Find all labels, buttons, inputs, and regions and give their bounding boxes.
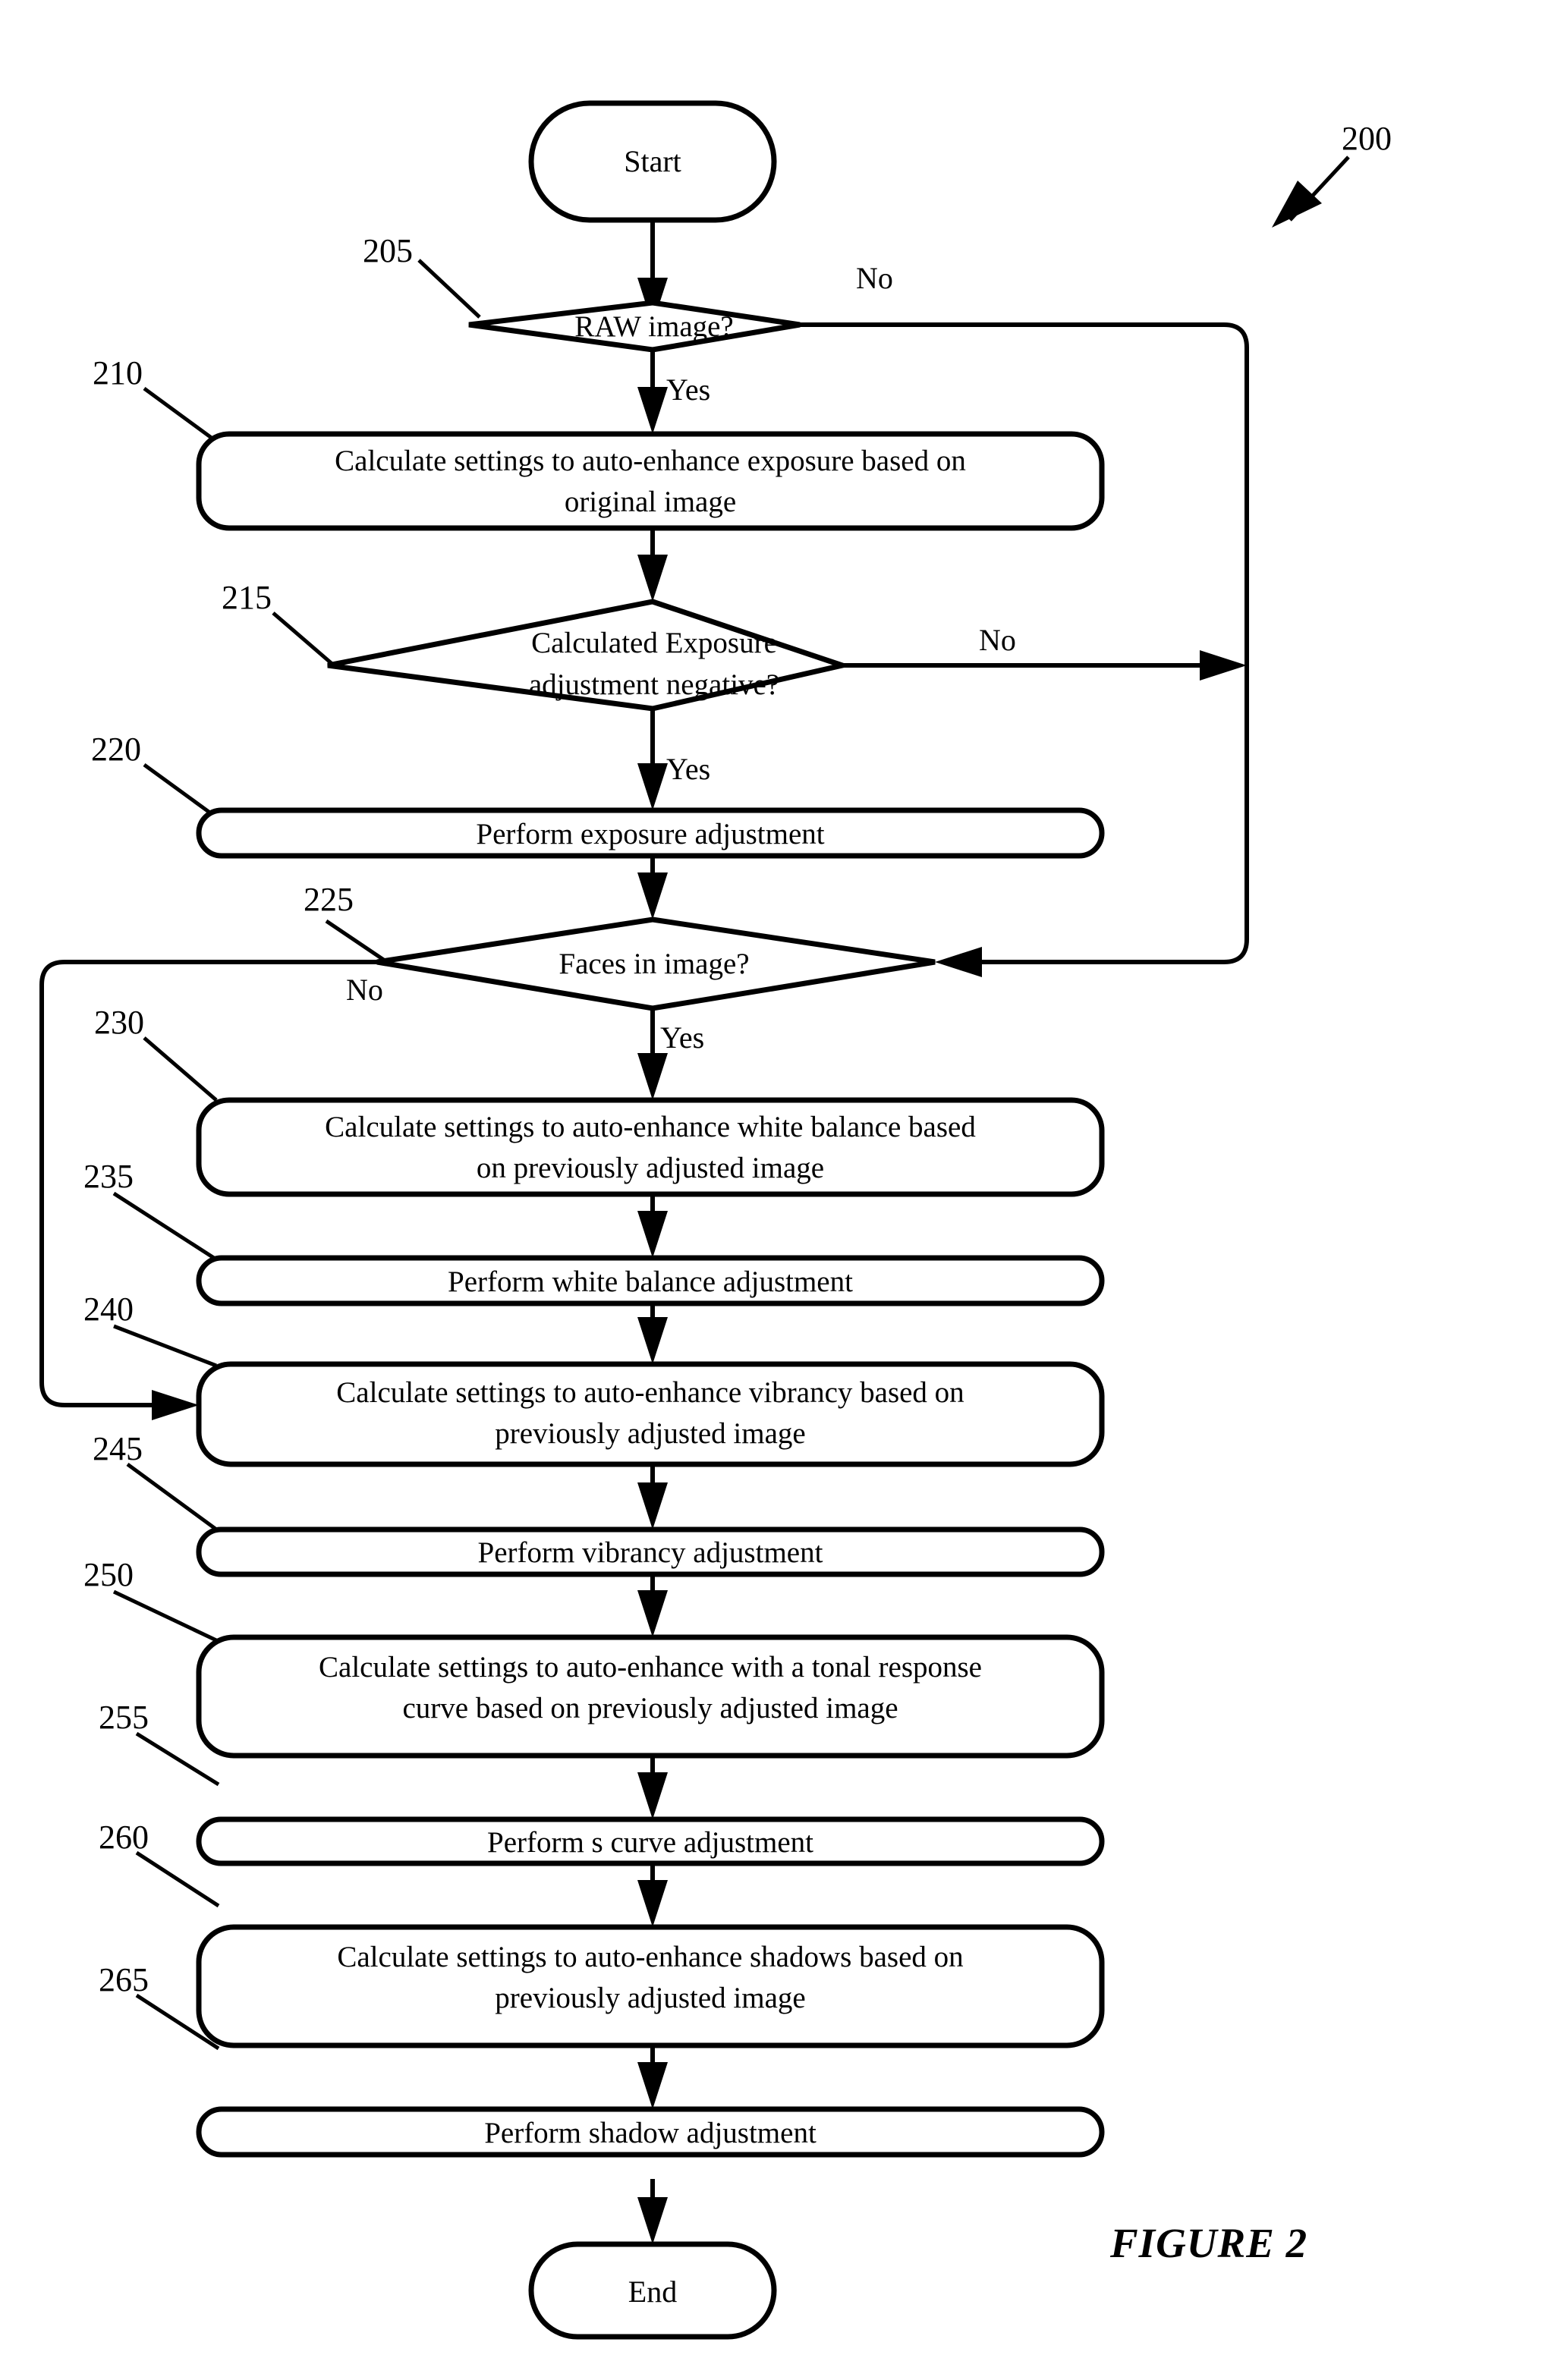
node-235-label: Perform white balance adjustment bbox=[448, 1265, 853, 1298]
node-260-label-line1: Calculate settings to auto-enhance shado… bbox=[337, 1941, 963, 1973]
connector-265-to-end bbox=[637, 2179, 668, 2244]
node-225-label: Faces in image? bbox=[559, 948, 749, 980]
leader-250 bbox=[112, 1589, 218, 1643]
connector-255-to-260 bbox=[637, 1863, 668, 1927]
ref-numeral-240: 240 bbox=[83, 1291, 134, 1328]
connector-250-to-255 bbox=[637, 1756, 668, 1819]
connector-260-to-265 bbox=[637, 2045, 668, 2109]
ref-numeral-225: 225 bbox=[304, 881, 354, 918]
ref-numeral-205: 205 bbox=[363, 232, 413, 269]
leader-205 bbox=[417, 259, 481, 319]
leader-235 bbox=[112, 1191, 218, 1262]
node-230-label-line2: on previously adjusted image bbox=[477, 1152, 824, 1184]
connector-205-yes-to-210 bbox=[637, 351, 668, 434]
node-240-label-line1: Calculate settings to auto-enhance vibra… bbox=[336, 1376, 964, 1409]
leader-230 bbox=[143, 1036, 218, 1102]
leader-240 bbox=[113, 1324, 217, 1368]
node-end-label: End bbox=[628, 2275, 677, 2309]
ref-numeral-265: 265 bbox=[99, 1961, 149, 1998]
ref-numeral-255: 255 bbox=[99, 1699, 149, 1736]
leader-215 bbox=[272, 612, 335, 667]
branch-label-215-no: No bbox=[979, 623, 1016, 657]
branch-label-205-no: No bbox=[856, 261, 893, 295]
ref-numeral-210: 210 bbox=[93, 354, 143, 391]
figure-caption: FIGURE 2 bbox=[1109, 2220, 1307, 2266]
node-start-label: Start bbox=[624, 144, 681, 178]
node-265-label: Perform shadow adjustment bbox=[484, 2117, 817, 2149]
connector-215-yes-to-220 bbox=[637, 709, 668, 810]
node-210-label-line2: original image bbox=[565, 486, 736, 518]
diagram-ref-arrow-200 bbox=[1272, 156, 1350, 228]
node-245-label: Perform vibrancy adjustment bbox=[478, 1536, 823, 1569]
ref-numeral-215: 215 bbox=[222, 579, 272, 616]
branch-label-225-no: No bbox=[346, 973, 383, 1007]
node-215-label-line2: adjustment negative? bbox=[529, 668, 779, 701]
leader-210 bbox=[143, 386, 214, 441]
connector-215-no-to-trunk bbox=[842, 650, 1247, 681]
node-260-label-line2: previously adjusted image bbox=[495, 1982, 805, 2014]
ref-numeral-220: 220 bbox=[91, 731, 141, 768]
node-210-label-line1: Calculate settings to auto-enhance expos… bbox=[335, 445, 966, 477]
connector-210-to-215 bbox=[637, 528, 668, 602]
branch-label-205-yes: Yes bbox=[666, 373, 710, 407]
node-215-label-line1: Calculated Exposure bbox=[531, 627, 777, 659]
node-240-label-line2: previously adjusted image bbox=[495, 1417, 805, 1450]
connector-230-to-235 bbox=[637, 1194, 668, 1258]
leader-245 bbox=[126, 1462, 220, 1533]
node-250-label-line2: curve based on previously adjusted image bbox=[402, 1692, 898, 1724]
node-230-label-line1: Calculate settings to auto-enhance white… bbox=[325, 1111, 976, 1143]
connector-220-to-225 bbox=[637, 856, 668, 920]
connector-235-to-240 bbox=[637, 1303, 668, 1364]
patent-figure: Start RAW image? Calculate settings to a… bbox=[0, 0, 1567, 2380]
leader-220 bbox=[143, 762, 216, 818]
ref-numeral-260: 260 bbox=[99, 1819, 149, 1856]
ref-numeral-200: 200 bbox=[1342, 120, 1392, 157]
branch-label-215-yes: Yes bbox=[666, 752, 710, 786]
ref-numeral-250: 250 bbox=[83, 1556, 134, 1593]
ref-numeral-235: 235 bbox=[83, 1158, 134, 1195]
flowchart-canvas: Start RAW image? Calculate settings to a… bbox=[39, 100, 1392, 2340]
node-205-label: RAW image? bbox=[574, 310, 734, 343]
leader-225 bbox=[325, 919, 389, 964]
node-250-label-line1: Calculate settings to auto-enhance with … bbox=[319, 1651, 982, 1684]
ref-numeral-230: 230 bbox=[94, 1004, 144, 1041]
node-255-label: Perform s curve adjustment bbox=[487, 1826, 813, 1859]
connector-240-to-245 bbox=[637, 1464, 668, 1530]
ref-numeral-245: 245 bbox=[93, 1430, 143, 1467]
connector-205-no-to-225 bbox=[800, 322, 1249, 977]
branch-label-225-yes: Yes bbox=[660, 1020, 704, 1055]
node-220-label: Perform exposure adjustment bbox=[476, 818, 824, 850]
connector-245-to-250 bbox=[637, 1574, 668, 1637]
